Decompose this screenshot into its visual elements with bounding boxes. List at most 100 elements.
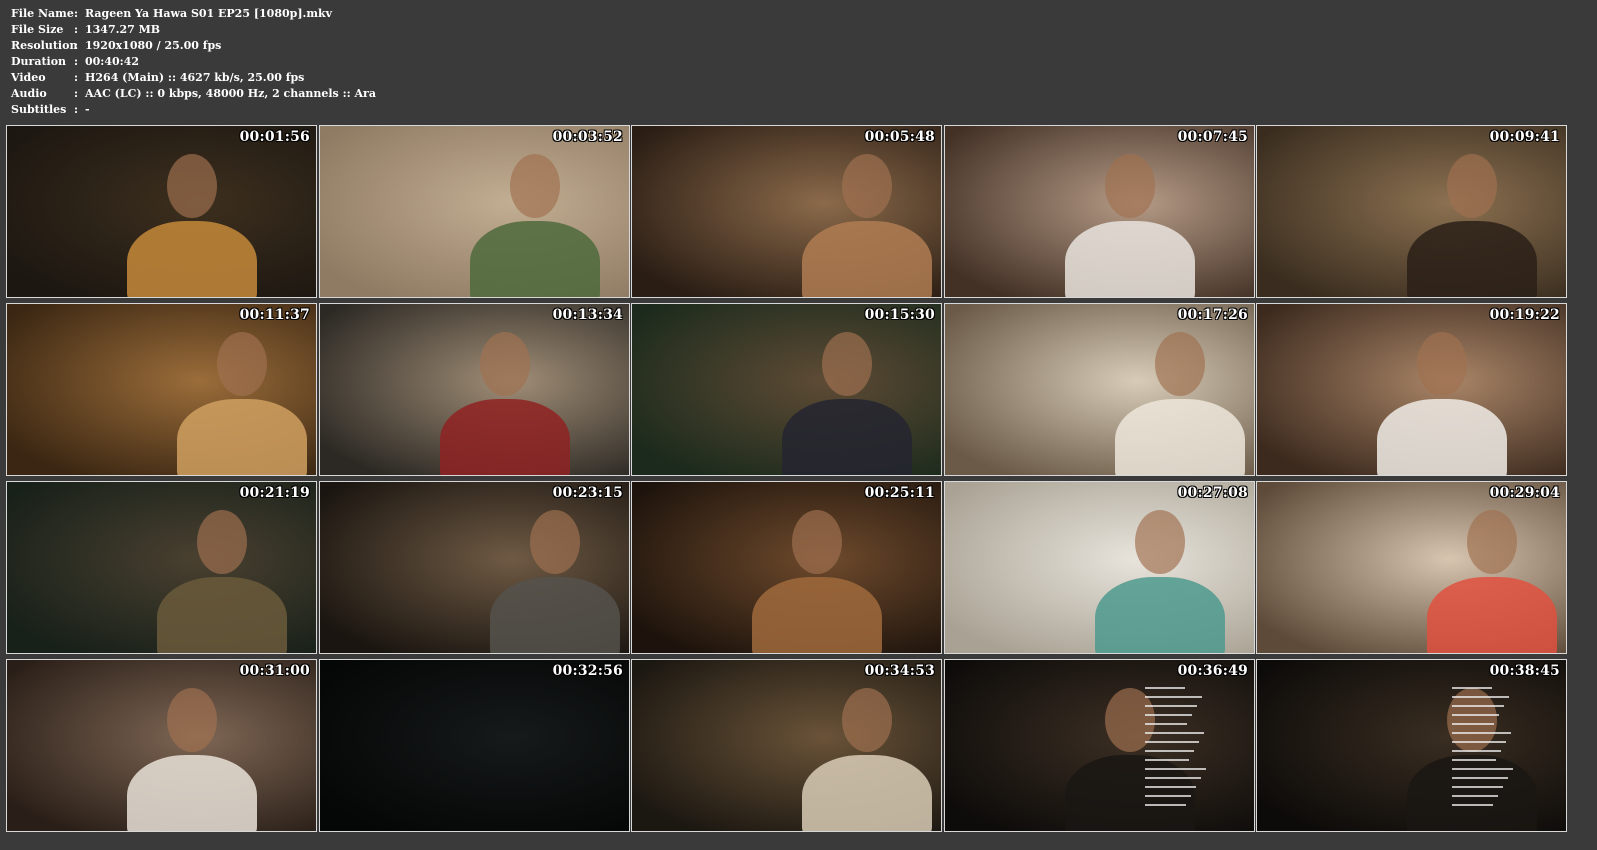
scene-head-shape — [480, 332, 530, 396]
scene-head-shape — [1105, 154, 1155, 218]
video-thumbnail[interactable]: 00:01:56 — [6, 125, 317, 298]
credit-text-line — [1452, 741, 1506, 743]
scene-figure-shape — [1427, 577, 1557, 653]
scene-head-shape — [822, 332, 872, 396]
thumbnail-timestamp: 00:27:08 — [1177, 485, 1248, 501]
info-row-audio: Audio : AAC (LC) :: 0 kbps, 48000 Hz, 2 … — [11, 86, 376, 102]
credit-text-line — [1145, 795, 1191, 797]
info-value: Rageen Ya Hawa S01 EP25 [1080p].mkv — [85, 7, 333, 20]
info-row-file-name: File Name : Rageen Ya Hawa S01 EP25 [108… — [11, 6, 376, 22]
info-row-subtitles: Subtitles : - — [11, 102, 376, 118]
credit-text-line — [1145, 804, 1186, 806]
thumbnail-timestamp: 00:21:19 — [239, 485, 310, 501]
info-label: File Name — [11, 7, 74, 20]
video-thumbnail[interactable]: 00:21:19 — [6, 481, 317, 654]
thumbnail-timestamp: 00:01:56 — [239, 129, 310, 145]
thumbnail-timestamp: 00:05:48 — [864, 129, 935, 145]
info-row-video: Video : H264 (Main) :: 4627 kb/s, 25.00 … — [11, 70, 376, 86]
scene-figure-shape — [752, 577, 882, 653]
thumbnail-timestamp: 00:29:04 — [1489, 485, 1560, 501]
thumbnail-timestamp: 00:17:26 — [1177, 307, 1248, 323]
credit-text-line — [1452, 759, 1496, 761]
thumbnail-timestamp: 00:32:56 — [552, 663, 623, 679]
scene-head-shape — [1135, 510, 1185, 574]
scene-head-shape — [197, 510, 247, 574]
info-separator: : — [74, 103, 79, 116]
credits-overlay — [1145, 680, 1207, 825]
video-thumbnail[interactable]: 00:15:30 — [631, 303, 942, 476]
credit-text-line — [1145, 705, 1197, 707]
credit-text-line — [1452, 723, 1494, 725]
video-thumbnail[interactable]: 00:31:00 — [6, 659, 317, 832]
video-thumbnail[interactable]: 00:03:52 — [319, 125, 630, 298]
credit-text-line — [1145, 687, 1185, 689]
info-separator: : — [74, 39, 79, 52]
scene-figure-shape — [1377, 399, 1507, 475]
scene-figure-shape — [127, 755, 257, 831]
video-thumbnail[interactable]: 00:29:04 — [1256, 481, 1567, 654]
info-value: H264 (Main) :: 4627 kb/s, 25.00 fps — [85, 71, 305, 84]
credit-text-line — [1452, 804, 1493, 806]
scene-head-shape — [510, 154, 560, 218]
credit-text-line — [1145, 777, 1201, 779]
info-separator: : — [74, 23, 79, 36]
scene-figure-shape — [1115, 399, 1245, 475]
info-value: 1347.27 MB — [85, 23, 161, 36]
credit-text-line — [1145, 786, 1196, 788]
info-row-duration: Duration : 00:40:42 — [11, 54, 376, 70]
media-info-panel: File Name : Rageen Ya Hawa S01 EP25 [108… — [11, 6, 376, 118]
thumbnail-timestamp: 00:15:30 — [864, 307, 935, 323]
info-value: - — [85, 103, 90, 116]
credit-text-line — [1452, 714, 1499, 716]
info-label: Video — [11, 71, 46, 84]
video-thumbnail[interactable]: 00:19:22 — [1256, 303, 1567, 476]
scene-figure-shape — [470, 221, 600, 297]
info-separator: : — [74, 87, 79, 100]
scene-head-shape — [1417, 332, 1467, 396]
credits-overlay — [1452, 680, 1514, 825]
info-value: 1920x1080 / 25.00 fps — [85, 39, 222, 52]
credit-text-line — [1452, 732, 1511, 734]
credit-text-line — [1145, 768, 1206, 770]
credit-text-line — [1145, 696, 1202, 698]
video-thumbnail[interactable]: 00:17:26 — [944, 303, 1255, 476]
scene-figure-shape — [127, 221, 257, 297]
info-separator: : — [74, 71, 79, 84]
info-label: Audio — [11, 87, 47, 100]
info-separator: : — [74, 55, 79, 68]
thumbnail-frame-image — [320, 660, 629, 831]
scene-head-shape — [167, 154, 217, 218]
info-label: Subtitles — [11, 103, 67, 116]
info-label: File Size — [11, 23, 64, 36]
thumbnail-timestamp: 00:03:52 — [552, 129, 623, 145]
scene-figure-shape — [490, 577, 620, 653]
thumbnail-timestamp: 00:13:34 — [552, 307, 623, 323]
video-thumbnail[interactable]: 00:38:45 — [1256, 659, 1567, 832]
info-value: AAC (LC) :: 0 kbps, 48000 Hz, 2 channels… — [85, 87, 376, 100]
video-thumbnail[interactable]: 00:25:11 — [631, 481, 942, 654]
scene-head-shape — [842, 154, 892, 218]
scene-figure-shape — [177, 399, 307, 475]
video-thumbnail[interactable]: 00:07:45 — [944, 125, 1255, 298]
video-thumbnail[interactable]: 00:27:08 — [944, 481, 1255, 654]
scene-figure-shape — [782, 399, 912, 475]
credit-text-line — [1145, 741, 1199, 743]
thumbnail-grid: 00:01:56 00:03:52 00:05:48 00:07:45 00:09:41… — [6, 125, 1591, 845]
video-thumbnail[interactable]: 00:05:48 — [631, 125, 942, 298]
video-thumbnail[interactable]: 00:13:34 — [319, 303, 630, 476]
video-thumbnail[interactable]: 00:34:53 — [631, 659, 942, 832]
credit-text-line — [1452, 750, 1501, 752]
credit-text-line — [1145, 750, 1194, 752]
scene-head-shape — [167, 688, 217, 752]
video-thumbnail[interactable]: 00:36:49 — [944, 659, 1255, 832]
video-thumbnail[interactable]: 00:11:37 — [6, 303, 317, 476]
credit-text-line — [1145, 723, 1187, 725]
video-thumbnail[interactable]: 00:23:15 — [319, 481, 630, 654]
video-thumbnail[interactable]: 00:32:56 — [319, 659, 630, 832]
info-separator: : — [74, 7, 79, 20]
credit-text-line — [1452, 768, 1513, 770]
video-thumbnail[interactable]: 00:09:41 — [1256, 125, 1567, 298]
info-label: Resolution — [11, 39, 78, 52]
info-label: Duration — [11, 55, 67, 68]
scene-head-shape — [1155, 332, 1205, 396]
